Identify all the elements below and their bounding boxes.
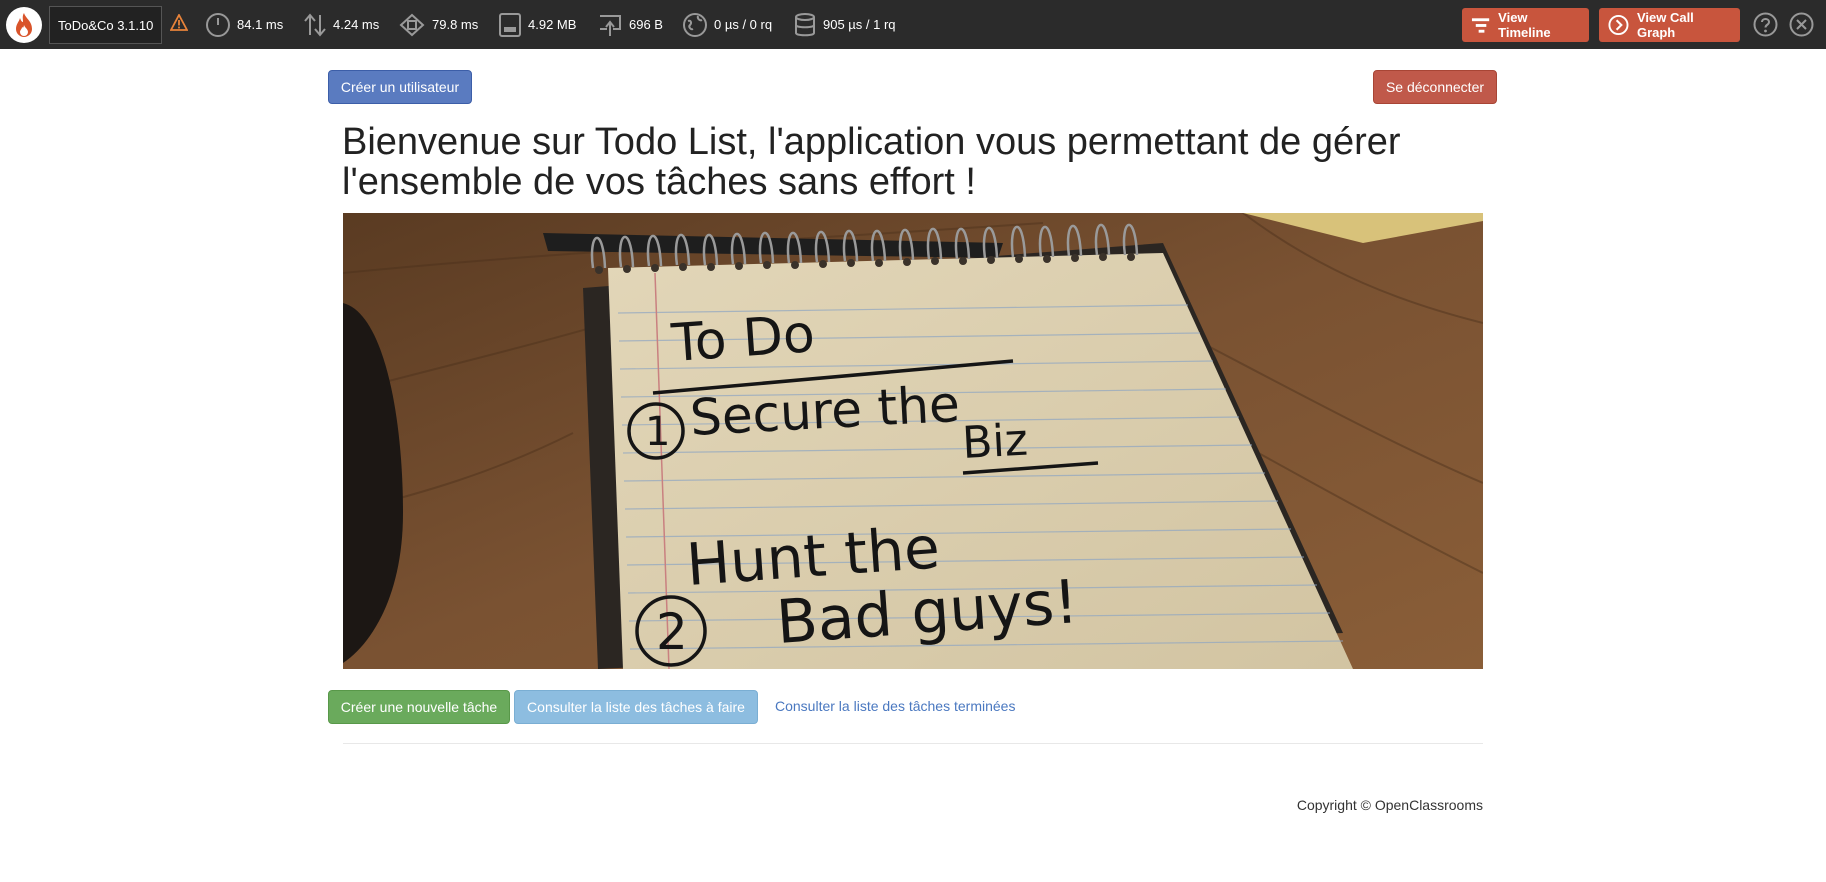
page-title: Bienvenue sur Todo List, l'application v… — [342, 121, 1401, 203]
hero-image: To Do 1 Secure the Biz Hunt the 2 Bad gu… — [343, 213, 1483, 669]
io-time-value: 4.24 ms — [333, 17, 380, 32]
clock-icon — [206, 12, 230, 37]
close-icon[interactable] — [1789, 12, 1814, 40]
globe-icon — [683, 12, 707, 37]
sql-value: 905 µs / 1 rq — [823, 17, 896, 32]
create-user-button[interactable]: Créer un utilisateur — [328, 70, 472, 104]
create-task-button[interactable]: Créer une nouvelle tâche — [328, 690, 510, 724]
network-metric[interactable]: 696 B — [597, 0, 663, 49]
cpu-icon — [399, 13, 425, 36]
timeline-icon — [1471, 18, 1490, 33]
note-line-1b: Biz — [961, 415, 1029, 469]
database-icon — [795, 12, 815, 36]
warning-icon[interactable] — [169, 13, 189, 34]
view-timeline-button[interactable]: View Timeline — [1462, 8, 1589, 42]
view-call-graph-label: View Call Graph — [1636, 10, 1694, 40]
wall-time-metric[interactable]: 84.1 ms — [205, 0, 283, 49]
memory-icon — [499, 12, 521, 37]
view-call-graph-button[interactable]: View Call Graph — [1599, 8, 1740, 42]
note-number-2: 2 — [656, 603, 688, 661]
cpu-time-metric[interactable]: 79.8 ms — [398, 0, 478, 49]
divider — [343, 743, 1483, 744]
view-timeline-label: View Timeline — [1498, 10, 1551, 40]
sql-metric[interactable]: 905 µs / 1 rq — [793, 0, 896, 49]
copyright-text: Copyright © OpenClassrooms — [1296, 797, 1483, 813]
blackfire-logo-icon[interactable] — [6, 7, 42, 43]
note-heading: To Do — [669, 304, 817, 374]
app-name-badge[interactable]: ToDo&Co 3.1.10 — [49, 6, 163, 44]
wall-time-value: 84.1 ms — [237, 17, 284, 32]
memory-value: 4.92 MB — [528, 17, 577, 32]
arrows-up-down-icon — [304, 12, 326, 37]
logout-button[interactable]: Se déconnecter — [1373, 70, 1497, 104]
network-icon — [600, 14, 621, 36]
todo-list-button[interactable]: Consulter la liste des tâches à faire — [514, 690, 758, 724]
http-value: 0 µs / 0 rq — [714, 17, 773, 32]
done-list-link[interactable]: Consulter la liste des tâches terminées — [775, 698, 1015, 714]
memory-metric[interactable]: 4.92 MB — [498, 0, 576, 49]
profiler-toolbar: ToDo&Co 3.1.10 84.1 ms 4.24 ms 79.8 ms 4… — [0, 0, 1826, 49]
chevron-circle-icon — [1608, 14, 1629, 36]
cpu-time-value: 79.8 ms — [432, 17, 479, 32]
app-name-label: ToDo&Co 3.1.10 — [58, 17, 154, 33]
note-number-1: 1 — [645, 409, 670, 455]
io-time-metric[interactable]: 4.24 ms — [303, 0, 379, 49]
http-metric[interactable]: 0 µs / 0 rq — [682, 0, 772, 49]
help-icon[interactable] — [1753, 12, 1778, 40]
network-value: 696 B — [629, 17, 663, 32]
